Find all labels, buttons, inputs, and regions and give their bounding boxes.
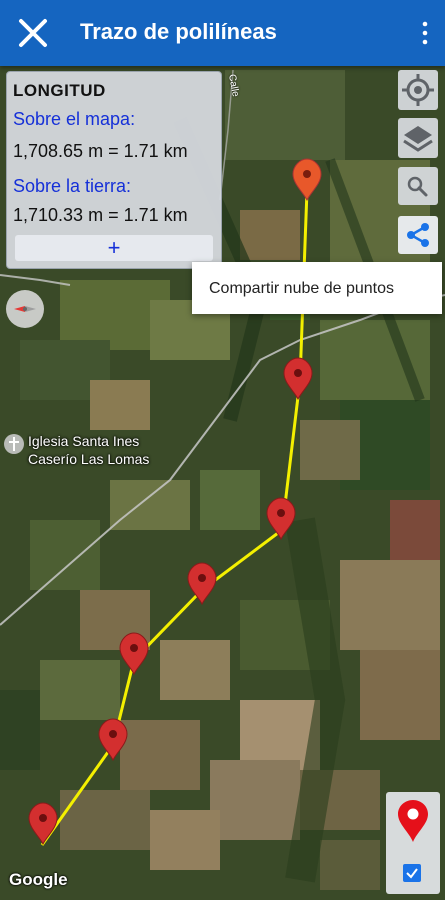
compass-icon[interactable]: [6, 290, 44, 328]
share-point-cloud-menu-item[interactable]: Compartir nube de puntos: [192, 262, 442, 314]
length-info-panel: LONGITUD Sobre el mapa: 1,708.65 m = 1.7…: [6, 71, 222, 269]
more-vert-icon[interactable]: [417, 20, 433, 46]
close-icon[interactable]: [14, 14, 52, 52]
marker-7: [28, 802, 58, 846]
share-button[interactable]: [398, 216, 438, 254]
ground-distance-label: Sobre la tierra:: [13, 176, 132, 196]
marker-4: [187, 562, 217, 606]
page-title: Trazo de polilíneas: [80, 19, 277, 44]
share-icon: [407, 223, 429, 247]
ground-distance-value: 1,710.33 m = 1.71 km: [13, 205, 188, 225]
layers-button[interactable]: [398, 118, 438, 158]
google-attribution: Google: [9, 870, 68, 889]
layers-icon: [403, 126, 433, 152]
marker-5: [119, 632, 149, 676]
bottom-tool-panel: [386, 792, 440, 894]
share-point-cloud-label: Compartir nube de puntos: [209, 280, 394, 297]
my-location-icon: [402, 74, 434, 106]
place-pin-icon[interactable]: [392, 798, 434, 844]
marker-1: [292, 158, 322, 202]
checkbox-icon[interactable]: [403, 864, 421, 882]
map-distance-label: Sobre el mapa:: [13, 109, 136, 129]
church-icon[interactable]: [4, 434, 24, 454]
marker-6: [98, 718, 128, 762]
add-button[interactable]: +: [15, 235, 213, 261]
map-distance-value: 1,708.65 m = 1.71 km: [13, 141, 188, 161]
poi-label-church[interactable]: Iglesia Santa Ines: [28, 433, 139, 449]
length-title: LONGITUD: [13, 81, 106, 100]
marker-2: [283, 357, 313, 401]
marker-3: [266, 497, 296, 541]
search-button[interactable]: [398, 167, 438, 205]
app-bar: Trazo de polilíneas: [0, 0, 445, 66]
poi-label-caserio[interactable]: Caserío Las Lomas: [28, 451, 149, 467]
my-location-button[interactable]: [398, 70, 438, 110]
search-icon: [407, 176, 428, 197]
